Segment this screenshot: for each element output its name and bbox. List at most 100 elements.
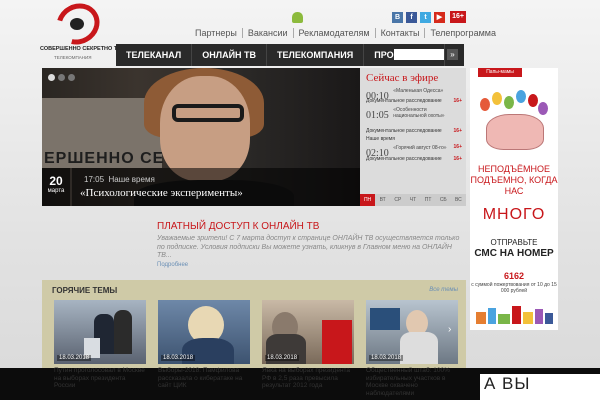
toplink-contacts[interactable]: Контакты (376, 28, 426, 38)
twitter-icon[interactable]: t (420, 12, 431, 23)
topic-date: 18.03.2018 (161, 355, 196, 361)
balloon-icon (516, 90, 526, 103)
bottom-banner-text: А ВЫ (480, 374, 600, 400)
youtube-icon[interactable]: ▶ (434, 12, 445, 23)
schedule-time: 01:05 (366, 110, 389, 121)
paid-access-body: Уважаемые зрители! С 7 марта доступ к ст… (157, 235, 460, 259)
slider-dot[interactable] (68, 74, 75, 81)
balloon-icon (538, 102, 548, 115)
ad-line2: МНОГО (482, 206, 546, 223)
slider-dots (48, 74, 75, 81)
social-links: B f t ▶ (392, 12, 445, 23)
balloon-icon (528, 94, 538, 107)
ad-tag: Папы-мамы (478, 68, 522, 77)
balloon-icon (504, 96, 514, 109)
video-time: 17:05 Наше время (84, 175, 155, 184)
topic-image: 18.03.2018 (262, 300, 354, 364)
balloon-icon (492, 92, 502, 105)
date-day: 20 (49, 174, 63, 188)
schedule-category: Документальное расследование 16+ (360, 97, 466, 105)
day-tab-wed[interactable]: СР (390, 194, 405, 206)
topic-caption: Общественный штаб: 100% избирательных уч… (366, 367, 450, 397)
ad-line6: с суммой пожертвования от 10 до 15 000 р… (471, 282, 557, 294)
schedule-category-text: Документальное расследование (366, 156, 442, 162)
schedule-category-text: Документальное расследование (366, 128, 442, 134)
toplink-partners[interactable]: Партнеры (190, 28, 243, 38)
video-program-name: Наше время (108, 175, 155, 184)
android-icon[interactable] (292, 12, 303, 23)
video-time-value: 17:05 (84, 175, 105, 184)
date-month: марта (47, 188, 65, 194)
hot-topics-title: ГОРЯЧИЕ ТЕМЫ (52, 286, 118, 295)
studio-sign-text: ЕРШЕННО СЕ (44, 150, 165, 167)
day-tab-thu[interactable]: ЧТ (405, 194, 420, 206)
topic-caption: Выборы-2018: Памфилова рассказала о кибе… (158, 367, 243, 389)
search-button[interactable]: » (447, 49, 458, 60)
hot-topics: ГОРЯЧИЕ ТЕМЫ Все темы 18.03.2018 Путин п… (42, 280, 466, 397)
vk-icon[interactable]: B (392, 12, 403, 23)
topic-date: 18.03.2018 (57, 355, 92, 361)
topic-caption: Путин проголосовал в Москве на выборах п… (54, 367, 145, 389)
video-title[interactable]: «Психологические эксперименты» (80, 187, 243, 199)
schedule-row[interactable]: 00:10 «Маленькая Одесса» (360, 86, 466, 102)
video-caption-bar: 17:05 Наше время «Психологические экспер… (72, 168, 360, 206)
ad-line3: ОТПРАВЬТЕ (490, 238, 538, 247)
balloon-icon (480, 98, 490, 111)
nav-item-channel[interactable]: ТЕЛЕКАНАЛ (116, 44, 193, 66)
ad-line1: НЕПОДЪЁМНОЕ ПОДЪЕМНО, КОГДА НАС (470, 164, 558, 196)
topic-card[interactable]: 18.03.2018 Путин проголосовал в Москве н… (54, 300, 146, 390)
topic-image: 18.03.2018 (158, 300, 250, 364)
ad-line4: СМС НА НОМЕР (474, 248, 554, 259)
top-links: Партнеры Вакансии Рекламодателям Контакт… (190, 28, 501, 38)
slider-dot[interactable] (58, 74, 65, 81)
creature-illustration (486, 114, 544, 150)
topic-card[interactable]: 18.03.2018 Выборы-2018: Памфилова расска… (158, 300, 250, 390)
day-tab-sat[interactable]: СБ (436, 194, 451, 206)
video-player[interactable]: ЕРШЕННО СЕ 20 марта 17:05 Наше время «Пс… (42, 68, 360, 206)
search-input[interactable] (394, 49, 444, 60)
day-tab-sun[interactable]: ВС (451, 194, 466, 206)
logo[interactable]: СОВЕРШЕННО СЕКРЕТНО TV ТЕЛЕКОМПАНИЯ (40, 0, 121, 62)
slider-dot[interactable] (48, 74, 55, 81)
schedule-category: Наше время (366, 136, 395, 142)
schedule-title: «Особенности национальной охоты» (393, 107, 445, 119)
topic-date: 18.03.2018 (369, 355, 404, 361)
schedule-row[interactable]: 01:05 «Особенности национальной охоты» (360, 105, 466, 127)
day-tab-mon[interactable]: ПН (360, 194, 376, 206)
day-tab-fri[interactable]: ПТ (421, 194, 436, 206)
topic-image: 18.03.2018 (366, 300, 458, 364)
day-tab-tue[interactable]: ВТ (375, 194, 390, 206)
paid-access-more-link[interactable]: Подробнее (157, 262, 465, 268)
topic-card[interactable]: 18.03.2018 Явка на выборах президента РФ… (262, 300, 354, 390)
toplink-tv-program[interactable]: Телепрограмма (425, 28, 501, 38)
logo-eye-icon (70, 18, 84, 30)
schedule-row[interactable]: 02:10 «Горячий август 08-го» 16+ (360, 143, 466, 159)
city-illustration (476, 306, 553, 324)
paid-access-title[interactable]: ПЛАТНЫЙ ДОСТУП К ОНЛАЙН ТВ (157, 221, 465, 232)
topic-card[interactable]: 18.03.2018 Общественный штаб: 100% избир… (366, 300, 458, 397)
now-on-air-heading: Сейчас в эфире (366, 72, 439, 84)
nav-item-company[interactable]: ТЕЛЕКОМПАНИЯ (267, 44, 365, 66)
main-nav: ТЕЛЕКАНАЛ ОНЛАЙН ТВ ТЕЛЕКОМПАНИЯ ПРОГРАМ… (116, 44, 464, 66)
topic-image: 18.03.2018 (54, 300, 146, 364)
nav-item-online-tv[interactable]: ОНЛАЙН ТВ (192, 44, 268, 66)
topic-date: 18.03.2018 (265, 355, 300, 361)
schedule-rating: 16+ (453, 156, 462, 162)
now-on-air-panel: Сейчас в эфире 00:10 «Маленькая Одесса» … (360, 68, 466, 206)
schedule-rating: 16+ (453, 98, 462, 104)
schedule-category: Документальное расследование 16+ (360, 155, 466, 163)
schedule-days: ПН ВТ СР ЧТ ПТ СБ ВС (360, 194, 466, 206)
next-arrow-icon[interactable]: › (448, 324, 458, 336)
schedule-rating: 16+ (453, 144, 462, 150)
schedule-rating: 16+ (453, 128, 462, 134)
schedule-title: «Маленькая Одесса» (393, 88, 444, 94)
logo-sub: ТЕЛЕКОМПАНИЯ (54, 55, 92, 60)
presenter-glasses (172, 104, 244, 122)
facebook-icon[interactable]: f (406, 12, 417, 23)
topic-caption: Явка на выборах президента РФ в 2,5 раза… (262, 367, 351, 389)
toplink-advertisers[interactable]: Рекламодателям (294, 28, 376, 38)
charity-ad-banner[interactable]: Папы-мамы НЕПОДЪЁМНОЕ ПОДЪЕМНО, КОГДА НА… (470, 68, 558, 330)
all-topics-link[interactable]: Все темы (429, 287, 458, 293)
toplink-vacancies[interactable]: Вакансии (243, 28, 294, 38)
age-rating-badge: 16+ (450, 11, 466, 23)
